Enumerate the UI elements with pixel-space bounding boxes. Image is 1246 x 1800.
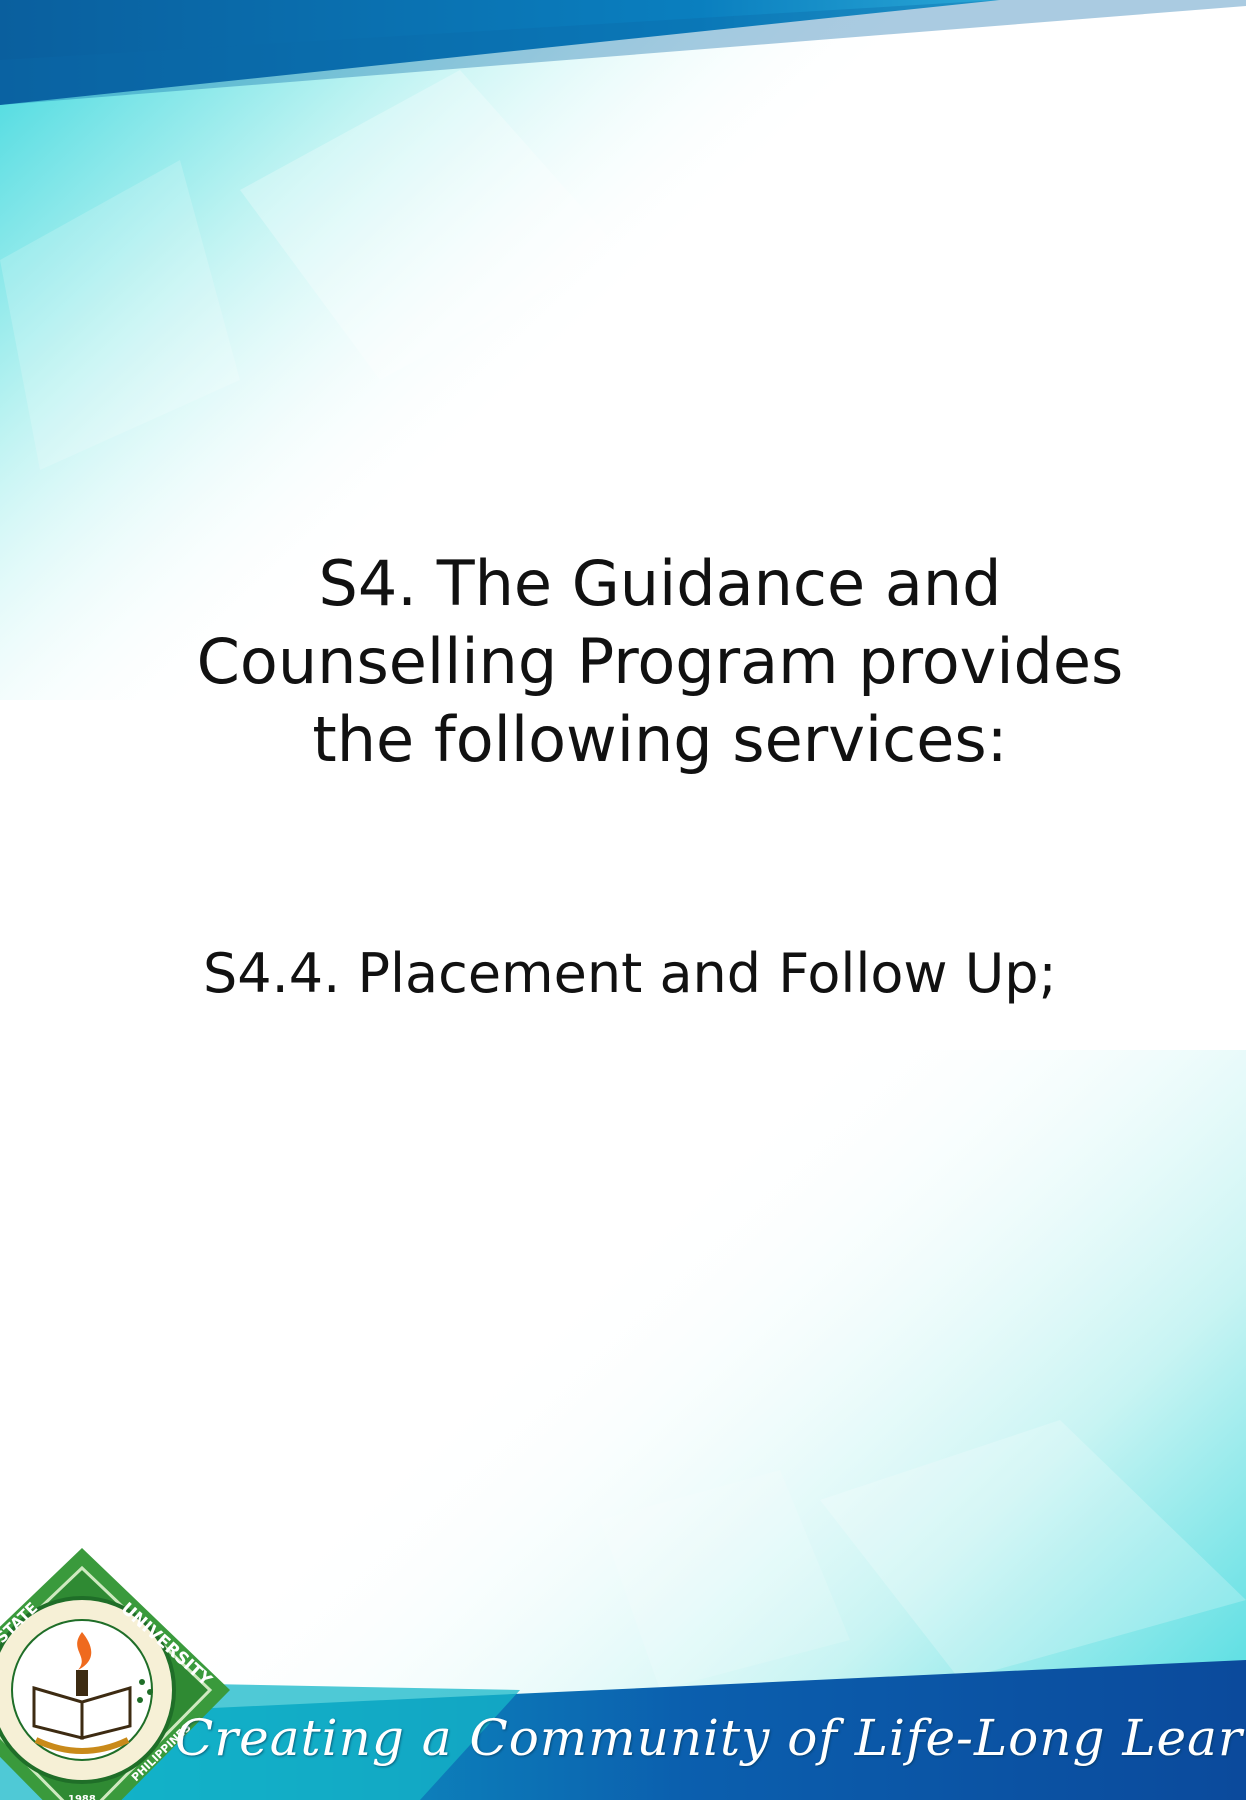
slide-background [0,0,1246,1800]
service-item: S4.4. Placement and Follow Up; [203,942,1057,1005]
seal-year-text: 1988 [68,1794,96,1800]
slide: UNIVERSITY STATE PHILIPPINES 1988 S4. Th… [0,0,1246,1800]
title-line-3: the following services: [312,703,1008,776]
slide-title: S4. The Guidance and Counselling Program… [180,545,1140,779]
footer-tagline: Creating a Community of Life-Long Learne… [175,1709,1246,1767]
title-line-1: S4. The Guidance and [318,547,1002,620]
title-line-2: Counselling Program provides [196,625,1124,698]
